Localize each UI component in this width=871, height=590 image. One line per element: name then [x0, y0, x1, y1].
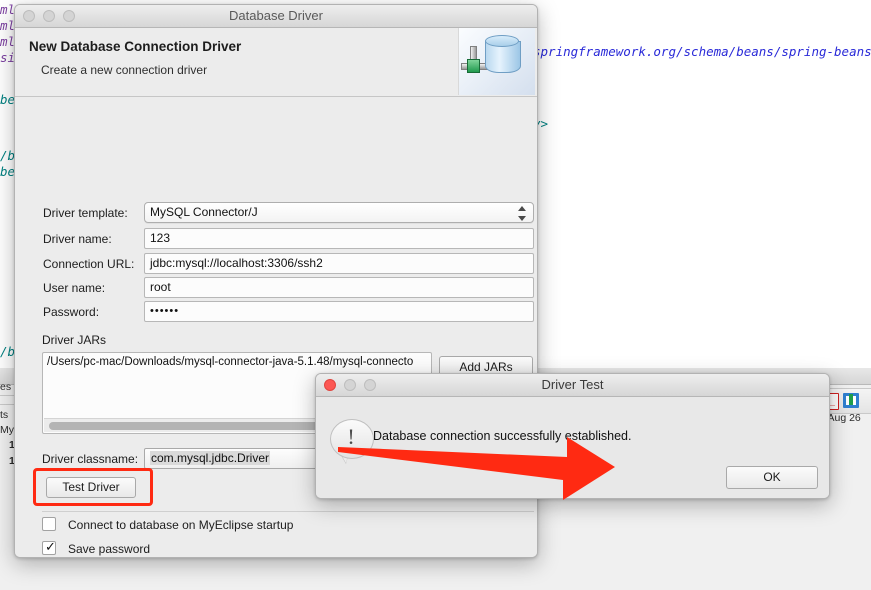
- save-password-checkbox[interactable]: ✓: [42, 540, 56, 555]
- driver-name-input[interactable]: 123: [144, 228, 534, 249]
- user-name-input[interactable]: root: [144, 277, 534, 298]
- code-line: /b: [0, 344, 16, 359]
- database-cylinder-icon: [458, 28, 535, 95]
- driver-classname-value: com.mysql.jdbc.Driver: [150, 451, 271, 465]
- panel-label: es: [0, 381, 12, 393]
- pin-icon[interactable]: [840, 390, 862, 412]
- connection-url-input[interactable]: jdbc:mysql://localhost:3306/ssh2: [144, 253, 534, 274]
- driver-test-message: Database connection successfully establi…: [373, 429, 632, 443]
- page-subtitle: Create a new connection driver: [41, 63, 208, 77]
- save-password-label: Save password: [68, 542, 151, 556]
- code-line: ml: [0, 34, 16, 49]
- connect-on-startup-checkbox[interactable]: [42, 517, 56, 531]
- connection-url-label: Connection URL:: [43, 257, 135, 271]
- code-line: ml: [0, 2, 16, 17]
- driver-jars-label: Driver JARs: [42, 333, 107, 347]
- scrollbar-thumb[interactable]: [49, 422, 345, 430]
- wizard-titlebar[interactable]: Database Driver: [15, 5, 537, 28]
- window-title: Database Driver: [229, 8, 323, 23]
- user-name-label: User name:: [43, 281, 106, 295]
- list-item[interactable]: /Users/pc-mac/Downloads/mysql-connector-…: [47, 356, 431, 368]
- code-line: /b: [0, 148, 16, 163]
- password-input[interactable]: ••••••: [144, 301, 534, 322]
- info-balloon-icon: !: [330, 419, 374, 463]
- page-title: New Database Connection Driver: [29, 39, 242, 54]
- chevron-updown-icon[interactable]: [517, 206, 527, 221]
- panel-label: My: [0, 424, 14, 436]
- driver-template-combo[interactable]: MySQL Connector/J: [144, 202, 534, 223]
- driver-test-title: Driver Test: [541, 377, 604, 392]
- wizard-header: New Database Connection Driver Create a …: [15, 28, 537, 97]
- panel-label: ts: [0, 409, 9, 421]
- code-line: si: [0, 50, 16, 65]
- driver-template-label: Driver template:: [43, 206, 128, 220]
- test-driver-button[interactable]: Test Driver: [46, 477, 136, 498]
- divider: [42, 511, 534, 512]
- ok-button[interactable]: OK: [726, 466, 818, 489]
- driver-test-titlebar[interactable]: Driver Test: [316, 374, 829, 397]
- driver-template-value: MySQL Connector/J: [150, 205, 258, 219]
- code-line: be: [0, 92, 16, 107]
- connect-on-startup-label: Connect to database on MyEclipse startup: [68, 518, 294, 532]
- code-line: ml: [0, 18, 16, 33]
- driver-classname-label: Driver classname:: [42, 452, 139, 466]
- password-label: Password:: [43, 305, 100, 319]
- driver-name-label: Driver name:: [43, 232, 112, 246]
- code-line-schema-url: springframework.org/schema/beans/spring-…: [533, 44, 871, 59]
- code-line: be: [0, 164, 16, 179]
